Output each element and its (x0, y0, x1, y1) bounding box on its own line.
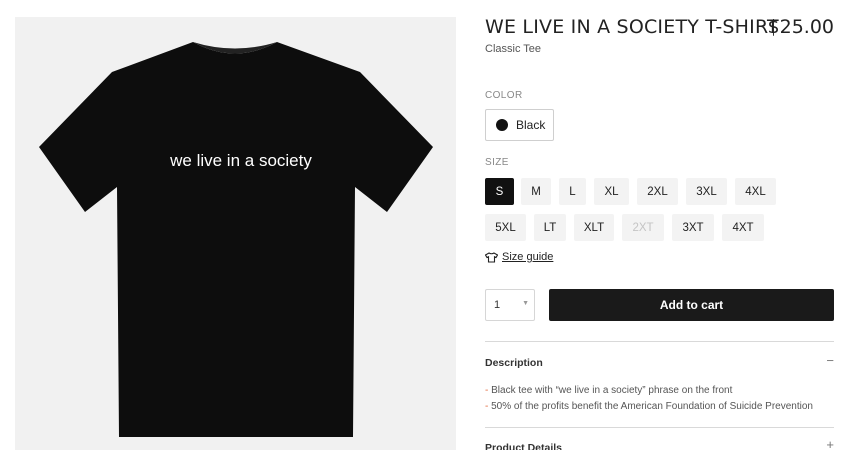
list-item: - 50% of the profits benefit the America… (485, 399, 813, 415)
size-label: SIZE (485, 157, 509, 168)
size-option-m[interactable]: M (521, 178, 551, 205)
product-image[interactable]: we live in a society (15, 17, 456, 450)
size-option-4xt[interactable]: 4XT (722, 214, 764, 241)
details-accordion-title[interactable]: Product Details (485, 442, 562, 450)
size-option-2xl[interactable]: 2XL (637, 178, 678, 205)
description-item-text: 50% of the profits benefit the American … (491, 401, 813, 412)
bullet-marker: - (485, 385, 489, 396)
size-option-s[interactable]: S (485, 178, 514, 205)
size-option-3xt[interactable]: 3XT (672, 214, 714, 241)
add-to-cart-button[interactable]: Add to cart (549, 289, 834, 321)
product-subtitle: Classic Tee (485, 43, 542, 55)
description-accordion-title[interactable]: Description (485, 357, 543, 369)
color-option-label: Black (516, 118, 546, 132)
size-option-xl[interactable]: XL (594, 178, 629, 205)
color-label: COLOR (485, 90, 523, 101)
tshirt-graphic: we live in a society (39, 42, 433, 437)
collapse-icon[interactable]: − (826, 353, 834, 368)
size-option-lt[interactable]: LT (534, 214, 566, 241)
color-dot-icon (496, 119, 508, 131)
list-item: - Black tee with “we live in a society” … (485, 383, 813, 399)
color-option-black[interactable]: Black (485, 109, 554, 141)
product-title: WE LIVE IN A SOCIETY T-SHIRT (485, 16, 779, 38)
size-option-4xl[interactable]: 4XL (735, 178, 776, 205)
description-list: - Black tee with “we live in a society” … (485, 383, 813, 415)
tshirt-print-text: we live in a society (169, 151, 312, 170)
bullet-marker: - (485, 401, 489, 412)
divider (485, 341, 834, 342)
size-option-5xl[interactable]: 5XL (485, 214, 526, 241)
quantity-value: 1 (494, 299, 501, 311)
size-option-l[interactable]: L (559, 178, 586, 205)
divider (485, 427, 834, 428)
size-option-2xt: 2XT (622, 214, 664, 241)
product-price: $25.00 (767, 16, 834, 38)
size-option-xlt[interactable]: XLT (574, 214, 614, 241)
description-item-text: Black tee with “we live in a society” ph… (491, 385, 733, 396)
expand-icon[interactable]: + (826, 437, 834, 450)
size-guide-label: Size guide (502, 251, 554, 263)
quantity-select[interactable]: 1 ▼ (485, 289, 535, 321)
tshirt-icon (485, 251, 498, 263)
size-option-3xl[interactable]: 3XL (686, 178, 727, 205)
chevron-down-icon: ▼ (522, 300, 529, 307)
tshirt-body (39, 42, 433, 437)
size-guide-link[interactable]: Size guide (485, 251, 553, 263)
